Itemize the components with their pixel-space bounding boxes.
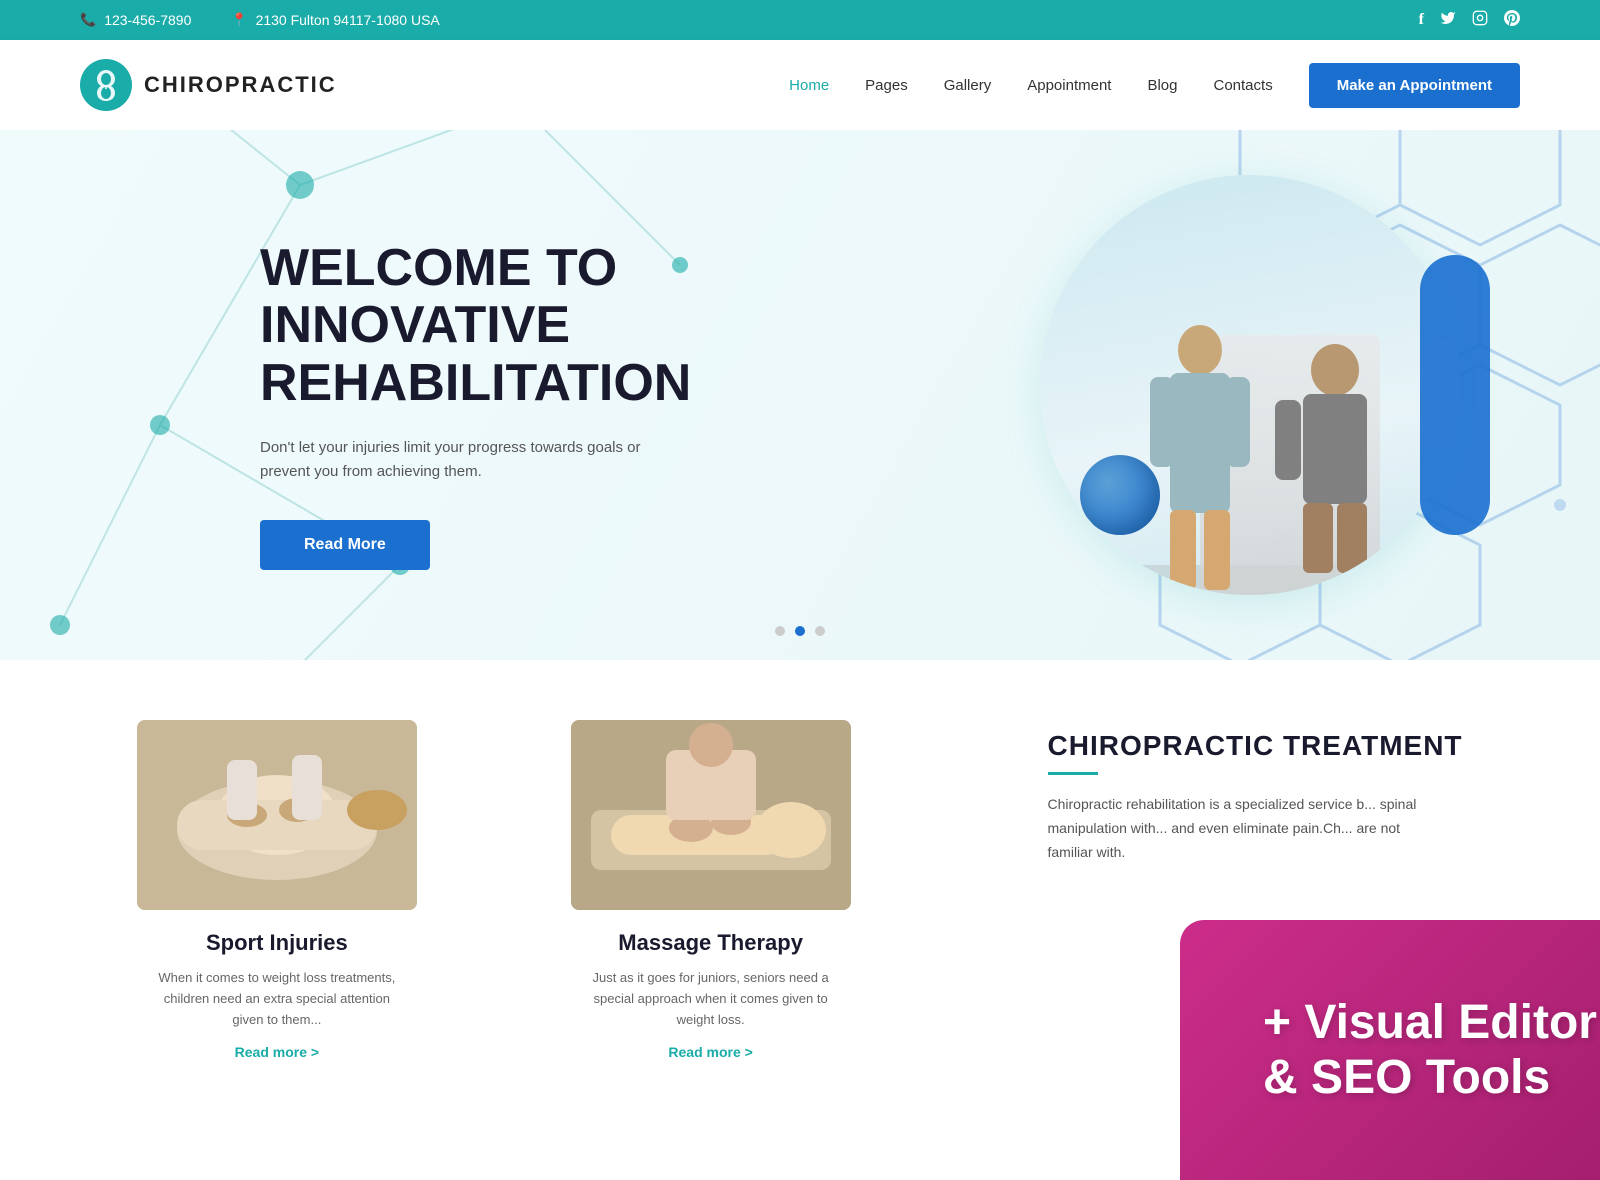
top-bar: 📞 123-456-7890 📍 2130 Fulton 94117-1080 … xyxy=(0,0,1600,40)
header: CHIROPRACTIC Home Pages Gallery Appointm… xyxy=(0,40,1600,130)
massage-image-svg xyxy=(571,720,851,910)
instagram-icon[interactable] xyxy=(1472,10,1488,31)
twitter-icon[interactable] xyxy=(1440,10,1456,31)
main-nav: Home Pages Gallery Appointment Blog Cont… xyxy=(789,63,1520,108)
chiropractic-text: Chiropractic rehabilitation is a special… xyxy=(1048,793,1428,864)
sport-injuries-read-more[interactable]: Read more > xyxy=(235,1044,319,1060)
hero-section: WELCOME TO INNOVATIVE REHABILITATION Don… xyxy=(0,130,1600,660)
promo-line1: + Visual Editor xyxy=(1263,996,1597,1049)
nav-contacts[interactable]: Contacts xyxy=(1214,77,1273,94)
nav-home[interactable]: Home xyxy=(789,77,829,94)
dot-3[interactable] xyxy=(815,626,825,636)
cards-section: Sport Injuries When it comes to weight l… xyxy=(0,660,1600,1120)
hero-image-circle xyxy=(1040,175,1460,595)
make-appointment-button[interactable]: Make an Appointment xyxy=(1309,63,1520,108)
hero-image-area xyxy=(1040,175,1480,615)
sport-injuries-image xyxy=(137,720,417,910)
hero-image-placeholder xyxy=(1040,175,1460,595)
massage-therapy-read-more[interactable]: Read more > xyxy=(668,1044,752,1060)
patient-silhouette xyxy=(1270,335,1400,595)
top-bar-contacts: 📞 123-456-7890 📍 2130 Fulton 94117-1080 … xyxy=(80,12,440,28)
sport-injuries-card: Sport Injuries When it comes to weight l… xyxy=(80,720,474,1060)
phone-contact: 📞 123-456-7890 xyxy=(80,12,191,28)
hero-content: WELCOME TO INNOVATIVE REHABILITATION Don… xyxy=(260,240,810,570)
nav-blog[interactable]: Blog xyxy=(1147,77,1177,94)
therapist-silhouette xyxy=(1140,315,1260,595)
massage-therapy-image xyxy=(571,720,851,910)
chiropractic-treatment-title: CHIROPRACTIC TREATMENT xyxy=(1048,730,1521,762)
promo-overlay: + Visual Editor & SEO Tools xyxy=(1180,920,1600,1180)
nav-gallery[interactable]: Gallery xyxy=(944,77,992,94)
location-icon: 📍 xyxy=(231,12,247,28)
hero-carousel-dots xyxy=(775,626,825,636)
phone-number: 123-456-7890 xyxy=(104,12,191,28)
address-contact: 📍 2130 Fulton 94117-1080 USA xyxy=(231,12,439,28)
pinterest-icon[interactable] xyxy=(1504,10,1520,31)
massage-therapy-desc: Just as it goes for juniors, seniors nee… xyxy=(581,968,841,1030)
hero-description: Don't let your injuries limit your progr… xyxy=(260,436,680,484)
promo-line2: & SEO Tools xyxy=(1263,1051,1550,1104)
address-text: 2130 Fulton 94117-1080 USA xyxy=(256,12,440,28)
facebook-icon[interactable]: f xyxy=(1419,11,1424,29)
social-links: f xyxy=(1419,10,1520,31)
massage-therapy-title: Massage Therapy xyxy=(618,930,803,956)
title-underline xyxy=(1048,772,1098,775)
dot-2[interactable] xyxy=(795,626,805,636)
sport-image-svg xyxy=(137,720,417,910)
blue-arc-decoration xyxy=(1420,255,1490,535)
logo-icon xyxy=(80,59,132,111)
logo-text: CHIROPRACTIC xyxy=(144,72,337,98)
massage-therapy-card: Massage Therapy Just as it goes for juni… xyxy=(514,720,908,1060)
sport-injuries-title: Sport Injuries xyxy=(206,930,348,956)
read-more-button[interactable]: Read More xyxy=(260,520,430,570)
nav-pages[interactable]: Pages xyxy=(865,77,908,94)
promo-text: + Visual Editor & SEO Tools xyxy=(1263,995,1597,1105)
hero-title: WELCOME TO INNOVATIVE REHABILITATION xyxy=(260,240,810,412)
logo[interactable]: CHIROPRACTIC xyxy=(80,59,337,111)
nav-appointment[interactable]: Appointment xyxy=(1027,77,1111,94)
dot-1[interactable] xyxy=(775,626,785,636)
sport-injuries-desc: When it comes to weight loss treatments,… xyxy=(147,968,407,1030)
phone-icon: 📞 xyxy=(80,12,96,28)
